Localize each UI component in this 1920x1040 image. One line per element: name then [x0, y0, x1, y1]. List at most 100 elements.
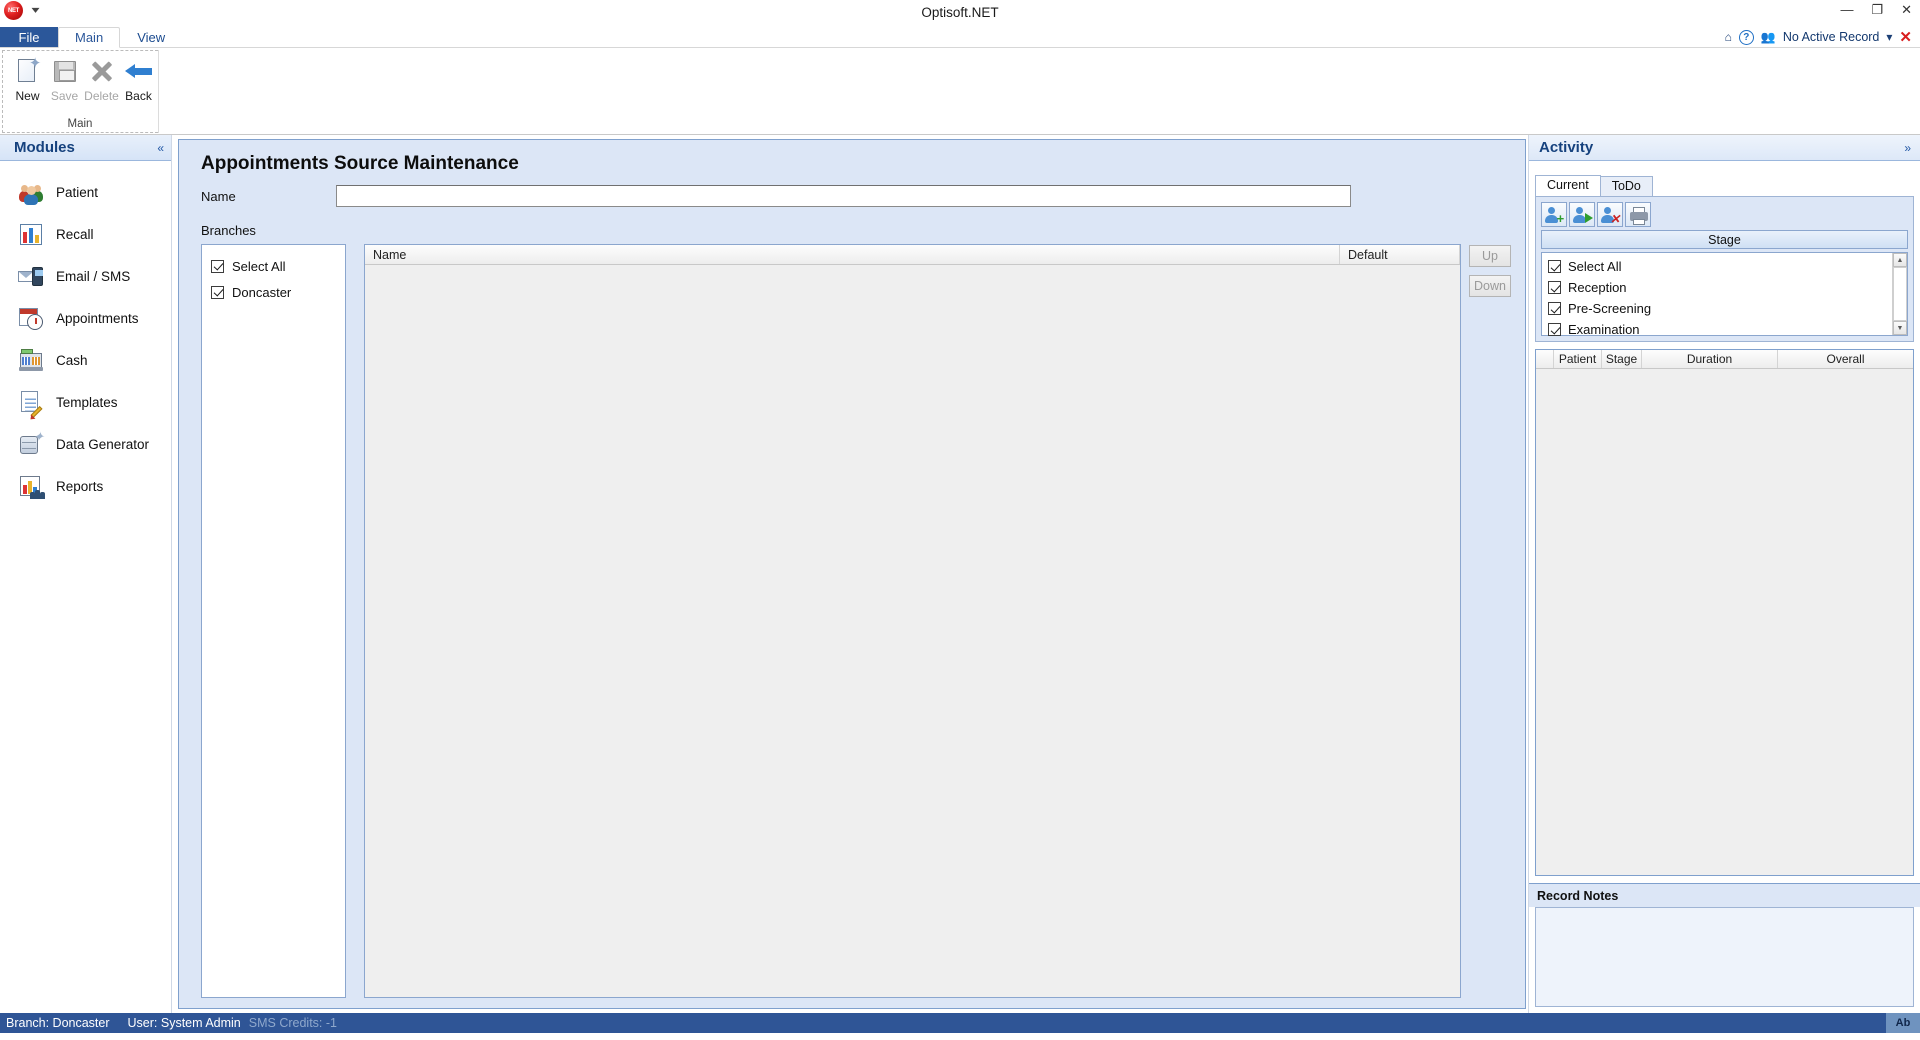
stage-button[interactable]: Stage [1541, 230, 1908, 249]
sidebar-item-appointments[interactable]: Appointments [0, 297, 171, 339]
window-title: Optisoft.NET [921, 5, 999, 20]
close-record-icon[interactable]: ✕ [1899, 28, 1912, 46]
email-sms-icon [18, 263, 44, 289]
modules-header: Modules « [0, 135, 171, 161]
workspace: Modules « Patient Recall Email / SMS App… [0, 135, 1920, 1013]
name-input[interactable] [336, 185, 1351, 207]
sidebar-item-templates[interactable]: Templates [0, 381, 171, 423]
save-button[interactable]: Save [47, 56, 82, 103]
sidebar-item-cash[interactable]: Cash [0, 339, 171, 381]
column-header-default[interactable]: Default [1340, 245, 1460, 264]
branches-checklist: Select All Doncaster [201, 244, 346, 998]
activity-grid-body[interactable] [1536, 369, 1913, 875]
appointments-source-form: Appointments Source Maintenance Name Bra… [178, 139, 1526, 1009]
delete-x-icon [87, 56, 117, 86]
column-header-blank[interactable] [1536, 350, 1554, 368]
sidebar-item-data-generator[interactable]: ✦ Data Generator [0, 423, 171, 465]
sidebar-item-label: Data Generator [56, 436, 150, 452]
modules-list: Patient Recall Email / SMS Appointments [0, 161, 171, 507]
tab-todo[interactable]: ToDo [1599, 176, 1653, 196]
expand-activity-icon[interactable]: » [1904, 141, 1911, 155]
window-controls[interactable]: — ❐ ✕ [1840, 2, 1912, 18]
branch-select-all-checkbox[interactable] [211, 259, 224, 273]
column-header-overall[interactable]: Overall [1778, 350, 1913, 368]
delete-button-label: Delete [84, 89, 119, 103]
home-icon[interactable]: ⌂ [1725, 30, 1732, 44]
sources-grid[interactable]: Name Default [364, 244, 1461, 998]
branches-label: Branches [201, 223, 256, 238]
stage-prescreening-checkbox[interactable] [1548, 302, 1561, 315]
remove-patient-icon[interactable]: ✕ [1597, 202, 1623, 227]
save-floppy-icon [50, 56, 80, 86]
language-indicator[interactable]: Ab [1886, 1013, 1920, 1033]
stage-examination-checkbox[interactable] [1548, 323, 1561, 336]
sidebar-item-label: Patient [56, 184, 99, 200]
sidebar-item-patient[interactable]: Patient [0, 171, 171, 213]
activity-tabs: Current ToDo [1535, 174, 1920, 196]
branch-doncaster-row[interactable]: Doncaster [202, 279, 345, 305]
branch-doncaster-checkbox[interactable] [211, 285, 224, 299]
move-down-button[interactable]: Down [1469, 275, 1511, 297]
stage-reception-checkbox[interactable] [1548, 281, 1561, 294]
ribbon-group-main: ✦ New Save Delete Back Main [2, 50, 159, 133]
scrollbar-thumb[interactable] [1893, 267, 1907, 321]
activity-controls: + ✕ Stage Select All Reception Pre-Scree… [1535, 196, 1914, 342]
patients-icon [18, 179, 44, 205]
status-user: User: System Admin [127, 1016, 241, 1030]
back-button-label: Back [125, 89, 152, 103]
tab-current[interactable]: Current [1535, 175, 1601, 196]
stage-reception-row[interactable]: Reception [1542, 277, 1892, 298]
move-patient-icon[interactable] [1569, 202, 1595, 227]
sources-grid-header: Name Default [365, 245, 1460, 265]
close-button[interactable]: ✕ [1901, 2, 1912, 18]
sidebar-item-recall[interactable]: Recall [0, 213, 171, 255]
minimize-button[interactable]: — [1840, 2, 1853, 18]
delete-button[interactable]: Delete [84, 56, 119, 103]
column-header-patient[interactable]: Patient [1554, 350, 1602, 368]
stage-prescreening-row[interactable]: Pre-Screening [1542, 298, 1892, 319]
back-button[interactable]: Back [121, 56, 156, 103]
scroll-up-icon[interactable]: ▲ [1893, 253, 1907, 267]
active-record-label[interactable]: No Active Record [1783, 30, 1880, 44]
tab-file[interactable]: File [0, 27, 58, 47]
column-header-duration[interactable]: Duration [1642, 350, 1778, 368]
branch-label: Doncaster [232, 284, 292, 300]
stage-label: Pre-Screening [1568, 301, 1652, 316]
print-icon[interactable] [1625, 202, 1651, 227]
column-header-name[interactable]: Name [365, 245, 1340, 264]
sidebar-item-reports[interactable]: Reports [0, 465, 171, 507]
collapse-sidebar-icon[interactable]: « [157, 141, 164, 155]
stage-checklist: Select All Reception Pre-Screening Exami… [1541, 252, 1908, 337]
branch-select-all-row[interactable]: Select All [202, 253, 345, 279]
activity-grid[interactable]: Patient Stage Duration Overall [1535, 349, 1914, 876]
stage-examination-row[interactable]: Examination [1542, 319, 1892, 340]
new-button-label: New [15, 89, 40, 103]
activity-header: Activity » [1529, 135, 1920, 161]
save-button-label: Save [50, 89, 79, 103]
scroll-down-icon[interactable]: ▼ [1893, 321, 1907, 335]
stage-select-all-row[interactable]: Select All [1542, 256, 1892, 277]
status-branch: Branch: Doncaster [6, 1016, 110, 1030]
stage-scrollbar[interactable]: ▲ ▼ [1892, 253, 1907, 335]
new-button[interactable]: ✦ New [10, 56, 45, 103]
modules-sidebar: Modules « Patient Recall Email / SMS App… [0, 135, 172, 1013]
help-icon[interactable]: ? [1738, 29, 1754, 45]
tab-main[interactable]: Main [58, 27, 121, 48]
sidebar-item-email-sms[interactable]: Email / SMS [0, 255, 171, 297]
reorder-buttons: Up Down [1469, 244, 1511, 998]
document-pencil-icon [18, 389, 44, 419]
sidebar-item-label: Reports [56, 478, 104, 494]
sidebar-item-label: Appointments [56, 310, 139, 326]
stage-select-all-checkbox[interactable] [1548, 260, 1561, 273]
stage-label: Select All [1568, 259, 1622, 274]
column-header-stage[interactable]: Stage [1602, 350, 1642, 368]
activity-panel: Activity » Current ToDo + ✕ Stage Select… [1528, 135, 1920, 1013]
sidebar-item-label: Templates [56, 394, 118, 410]
move-up-button[interactable]: Up [1469, 245, 1511, 267]
record-notes-textarea[interactable] [1535, 907, 1914, 1007]
tab-view[interactable]: View [120, 27, 183, 47]
restore-button[interactable]: ❐ [1871, 2, 1883, 18]
add-patient-icon[interactable]: + [1541, 202, 1567, 227]
chevron-down-icon[interactable]: ▾ [1886, 30, 1892, 44]
sources-grid-body[interactable] [365, 265, 1460, 997]
